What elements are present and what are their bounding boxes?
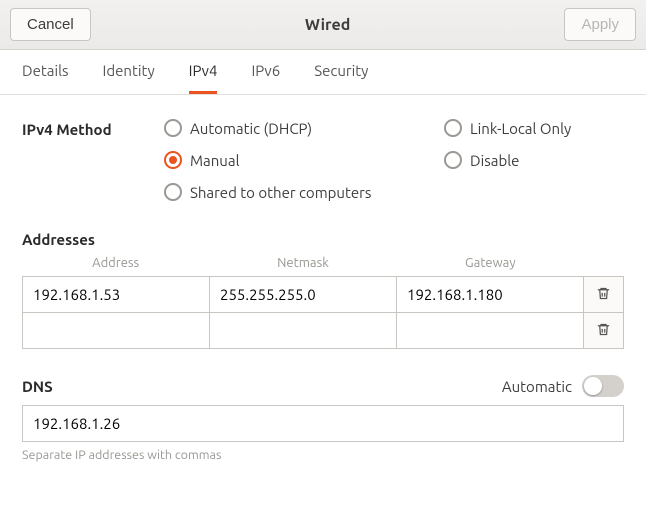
radio-label: Disable (470, 152, 519, 169)
cancel-button[interactable]: Cancel (10, 8, 91, 41)
tab-details[interactable]: Details (22, 62, 69, 94)
radio-icon (444, 119, 462, 137)
trash-icon (596, 286, 611, 304)
addresses-label: Addresses (22, 231, 624, 248)
dns-hint: Separate IP addresses with commas (22, 448, 624, 462)
gateway-input[interactable] (397, 313, 584, 349)
dns-input[interactable] (22, 405, 624, 442)
tab-ipv4[interactable]: IPv4 (189, 62, 218, 94)
toggle-knob (584, 377, 602, 395)
tab-bar: Details Identity IPv4 IPv6 Security (0, 50, 646, 95)
radio-manual[interactable]: Manual (164, 151, 444, 169)
window-title: Wired (305, 16, 350, 34)
tab-ipv6[interactable]: IPv6 (251, 62, 280, 94)
radio-label: Shared to other computers (190, 184, 371, 201)
dns-automatic-toggle[interactable] (582, 375, 624, 397)
radio-icon (164, 119, 182, 137)
apply-button[interactable]: Apply (564, 8, 636, 41)
tab-security[interactable]: Security (314, 62, 368, 94)
ipv4-method-label: IPv4 Method (22, 119, 164, 201)
radio-label: Manual (190, 152, 240, 169)
radio-label: Automatic (DHCP) (190, 120, 312, 137)
radio-shared[interactable]: Shared to other computers (164, 183, 444, 201)
gateway-input[interactable] (397, 276, 584, 313)
radio-automatic-dhcp[interactable]: Automatic (DHCP) (164, 119, 444, 137)
addresses-header-gateway: Gateway (397, 256, 584, 270)
delete-address-button[interactable] (584, 313, 624, 349)
trash-icon (596, 322, 611, 340)
radio-disable[interactable]: Disable (444, 151, 624, 169)
tab-identity[interactable]: Identity (103, 62, 155, 94)
radio-link-local-only[interactable]: Link-Local Only (444, 119, 624, 137)
radio-icon (164, 183, 182, 201)
delete-address-button[interactable] (584, 276, 624, 313)
radio-icon (444, 151, 462, 169)
address-input[interactable] (22, 313, 210, 349)
addresses-header-address: Address (22, 256, 209, 270)
radio-icon (164, 151, 182, 169)
radio-label: Link-Local Only (470, 120, 571, 137)
dns-automatic-label: Automatic (502, 378, 572, 395)
dns-label: DNS (22, 378, 53, 395)
addresses-header-netmask: Netmask (209, 256, 396, 270)
netmask-input[interactable] (210, 276, 397, 313)
address-input[interactable] (22, 276, 210, 313)
netmask-input[interactable] (210, 313, 397, 349)
